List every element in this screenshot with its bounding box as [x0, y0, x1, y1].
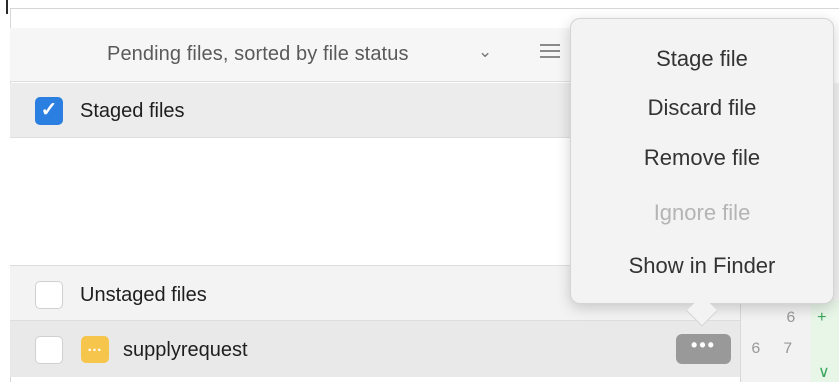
- menu-item-ignore-file: Ignore file: [653, 200, 751, 225]
- file-name: supplyrequest: [123, 339, 248, 361]
- text-cursor: [6, 0, 8, 14]
- line-number-new: 6: [786, 309, 796, 327]
- file-row[interactable]: [10, 321, 740, 377]
- pending-files-title[interactable]: Pending files, sorted by file status: [107, 43, 409, 66]
- staged-files-checkbox[interactable]: ✓: [35, 97, 63, 125]
- line-number-new: 7: [783, 340, 793, 358]
- menu-item-stage-file[interactable]: Stage file: [571, 46, 833, 72]
- menu-item-show-in-finder[interactable]: Show in Finder: [571, 253, 833, 279]
- added-line-marker: +: [817, 309, 827, 327]
- window-left-edge: [0, 0, 10, 382]
- staged-files-label: Staged files: [80, 100, 185, 122]
- unstaged-files-label: Unstaged files: [80, 284, 207, 306]
- line-number-old: 6: [751, 340, 761, 358]
- menu-item-discard-file[interactable]: Discard file: [571, 95, 833, 121]
- chevron-down-icon[interactable]: ⌄: [478, 42, 492, 62]
- list-icon[interactable]: [540, 44, 560, 62]
- diff-change-icon: ∨: [818, 364, 830, 381]
- modified-file-icon: …: [81, 336, 109, 363]
- window-top-strip: [0, 0, 839, 8]
- more-actions-button[interactable]: •••: [676, 334, 731, 364]
- menu-item-remove-file[interactable]: Remove file: [571, 145, 833, 171]
- file-checkbox[interactable]: [35, 336, 63, 364]
- unstaged-files-checkbox[interactable]: [35, 281, 63, 309]
